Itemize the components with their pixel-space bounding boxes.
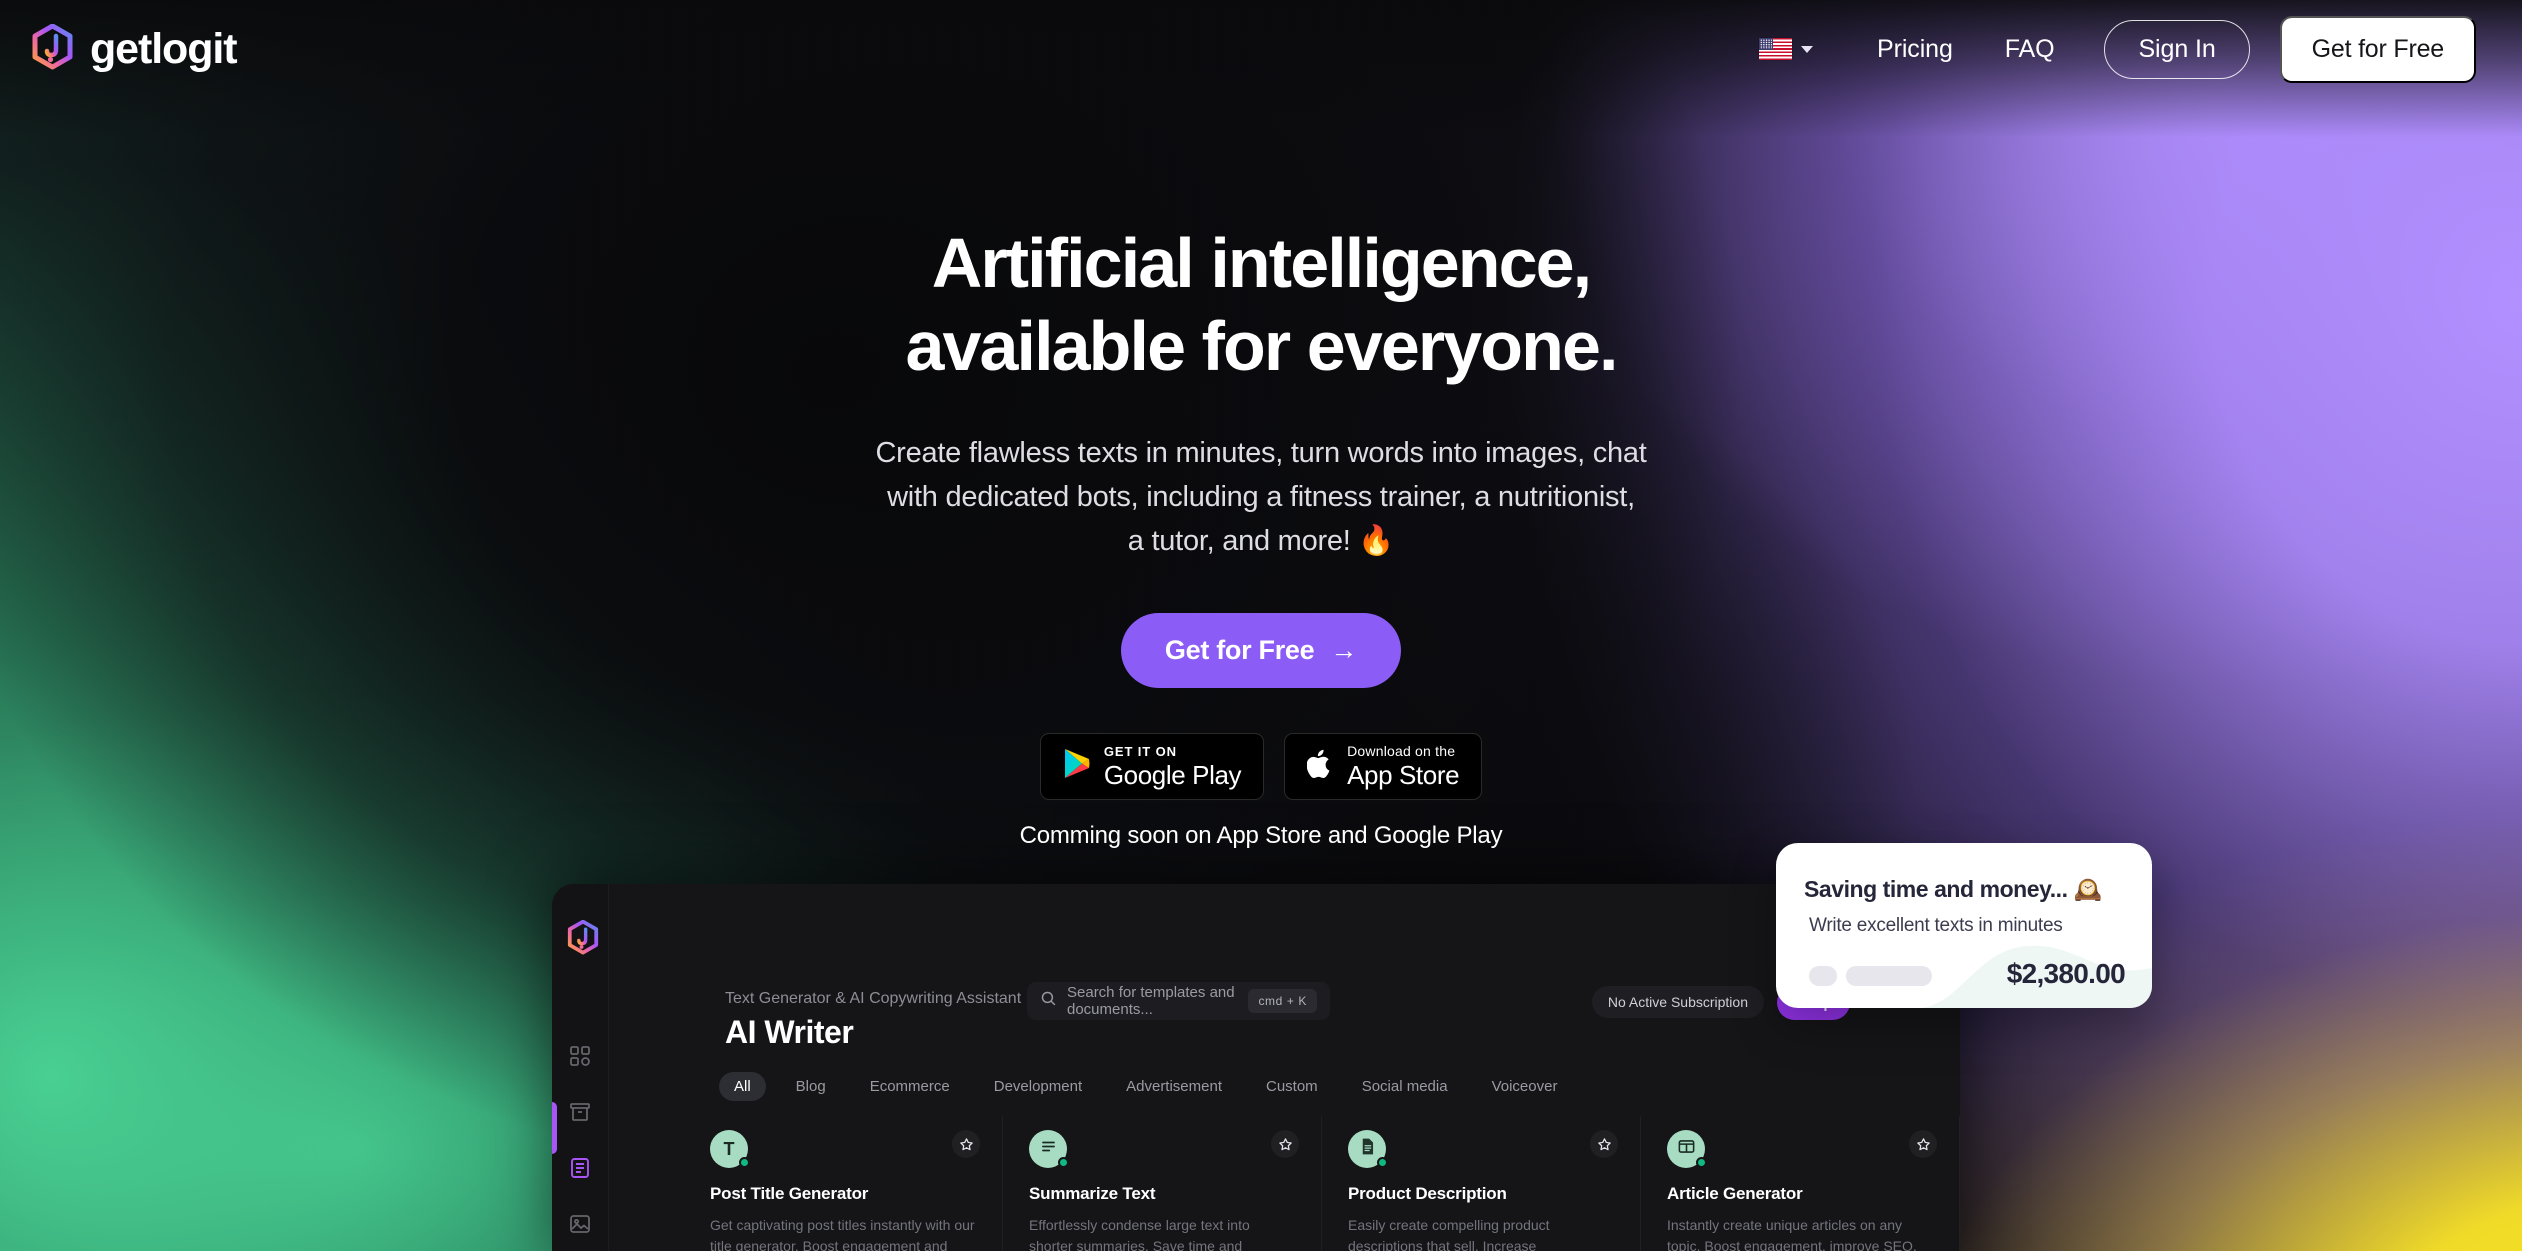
document-file-icon bbox=[1348, 1130, 1388, 1168]
tab-advertisement[interactable]: Advertisement bbox=[1104, 1072, 1244, 1101]
template-card-description: Get captivating post titles instantly wi… bbox=[710, 1217, 975, 1251]
template-card[interactable]: Summarize Text Effortlessly condense lar… bbox=[1003, 1116, 1322, 1251]
hero-cta-label: Get for Free bbox=[1164, 634, 1315, 665]
google-play-text: GET IT ON Google Play bbox=[1103, 743, 1242, 790]
google-play-top-label: GET IT ON bbox=[1103, 743, 1177, 759]
us-flag-icon bbox=[1759, 38, 1793, 60]
placeholder-bar bbox=[1846, 966, 1932, 986]
hero-title-line-2: available for everyone. bbox=[905, 307, 1618, 386]
template-card[interactable]: Product Description Easily create compel… bbox=[1322, 1116, 1641, 1251]
landing-page: getlogit Pricing FAQ Sign In Get for Fre… bbox=[0, 0, 2522, 1251]
star-icon[interactable] bbox=[1271, 1130, 1299, 1158]
template-card-description: Instantly create unique articles on any … bbox=[1667, 1217, 1917, 1251]
card-icon-glyph bbox=[1677, 1137, 1696, 1161]
app-store-top-label: Download on the bbox=[1347, 743, 1456, 760]
template-card-description: Effortlessly condense large text into sh… bbox=[1029, 1217, 1250, 1251]
brand-name: getlogit bbox=[90, 24, 238, 73]
savings-card-title: Saving time and money... 🕰️ bbox=[1804, 876, 2102, 902]
hexagon-gradient-logo-icon bbox=[30, 23, 75, 74]
app-logo-icon bbox=[566, 919, 600, 958]
hero-cta-button[interactable]: Get for Free → bbox=[1120, 612, 1402, 688]
status-dot bbox=[739, 1157, 750, 1168]
tab-all[interactable]: All bbox=[719, 1072, 766, 1101]
status-dot bbox=[1696, 1157, 1707, 1168]
placeholder-avatar bbox=[1809, 966, 1837, 986]
sign-in-button[interactable]: Sign In bbox=[2104, 19, 2250, 79]
top-navigation-bar: getlogit Pricing FAQ Sign In Get for Fre… bbox=[0, 0, 2522, 98]
template-card-grid: T Post Title Generator Get captivating p… bbox=[684, 1116, 1960, 1251]
template-card-title: Article Generator bbox=[1667, 1184, 1803, 1203]
app-store-bottom-label: App Store bbox=[1347, 760, 1460, 791]
hero-subtitle-line-3: a tutor, and more! 🔥 bbox=[1127, 524, 1395, 557]
get-for-free-button-nav[interactable]: Get for Free bbox=[2279, 15, 2476, 83]
archive-icon[interactable] bbox=[568, 1100, 592, 1124]
star-icon[interactable] bbox=[952, 1130, 980, 1158]
category-tabs: All Blog Ecommerce Development Advertise… bbox=[719, 1072, 1579, 1101]
google-play-bottom-label: Google Play bbox=[1103, 759, 1242, 790]
status-dot bbox=[1377, 1157, 1388, 1168]
nav-link-faq[interactable]: FAQ bbox=[1979, 35, 2081, 64]
search-input[interactable]: Search for templates and documents... cm… bbox=[1027, 982, 1330, 1020]
subscription-status-badge[interactable]: No Active Subscription bbox=[1591, 986, 1764, 1018]
template-card-title: Product Description bbox=[1348, 1184, 1507, 1203]
hero-section: Artificial intelligence, available for e… bbox=[0, 0, 2522, 850]
language-selector[interactable] bbox=[1759, 38, 1814, 60]
template-card-title: Post Title Generator bbox=[710, 1184, 869, 1203]
text-title-icon: T bbox=[710, 1130, 750, 1168]
card-icon-glyph bbox=[1358, 1137, 1377, 1161]
template-card-description: Easily create compelling product descrip… bbox=[1348, 1217, 1550, 1251]
grid-icon[interactable] bbox=[568, 1044, 592, 1068]
tab-development[interactable]: Development bbox=[972, 1072, 1104, 1101]
tab-ecommerce[interactable]: Ecommerce bbox=[848, 1072, 972, 1101]
app-preview-window: Text Generator & AI Copywriting Assistan… bbox=[552, 884, 1960, 1251]
google-play-icon bbox=[1063, 748, 1091, 784]
store-badges: GET IT ON Google Play Download on the Ap… bbox=[0, 732, 2522, 800]
status-dot bbox=[1058, 1157, 1069, 1168]
arrow-right-icon: → bbox=[1330, 634, 1358, 665]
app-page-title: AI Writer bbox=[725, 1014, 854, 1050]
image-icon[interactable] bbox=[568, 1212, 592, 1236]
app-kicker-text: Text Generator & AI Copywriting Assistan… bbox=[725, 990, 1022, 1007]
search-shortcut-badge: cmd + K bbox=[1248, 989, 1317, 1013]
nav-right-group: Pricing FAQ Sign In Get for Free bbox=[1759, 15, 2476, 83]
hero-title-line-1: Artificial intelligence, bbox=[931, 224, 1592, 302]
hero-subtitle-line-2: with dedicated bots, including a fitness… bbox=[887, 480, 1635, 513]
star-icon[interactable] bbox=[1909, 1130, 1937, 1158]
card-icon-glyph: T bbox=[723, 1138, 735, 1159]
coming-soon-text: Comming soon on App Store and Google Pla… bbox=[1019, 821, 1503, 849]
tab-social-media[interactable]: Social media bbox=[1340, 1072, 1470, 1101]
template-card[interactable]: Article Generator Instantly create uniqu… bbox=[1641, 1116, 1960, 1251]
article-layout-icon bbox=[1667, 1130, 1707, 1168]
card-icon-glyph bbox=[1039, 1137, 1058, 1161]
document-icon[interactable] bbox=[568, 1156, 592, 1180]
nav-link-pricing[interactable]: Pricing bbox=[1851, 35, 1979, 64]
chevron-down-icon bbox=[1801, 45, 1814, 53]
sidebar-active-indicator bbox=[552, 1102, 557, 1154]
tab-custom[interactable]: Custom bbox=[1244, 1072, 1340, 1101]
app-store-badge[interactable]: Download on the App Store bbox=[1284, 732, 1483, 800]
search-icon bbox=[1040, 990, 1057, 1012]
apple-icon bbox=[1306, 748, 1334, 785]
hero-subtitle: Create flawless texts in minutes, turn w… bbox=[0, 431, 2522, 563]
brand-logo[interactable]: getlogit bbox=[30, 23, 238, 74]
summarize-lines-icon bbox=[1029, 1130, 1069, 1168]
savings-amount: $2,380.00 bbox=[2006, 958, 2126, 989]
app-main-area: Text Generator & AI Copywriting Assistan… bbox=[609, 884, 1960, 1251]
savings-floating-card: Saving time and money... 🕰️ Write excell… bbox=[1776, 843, 2152, 1008]
template-card-title: Summarize Text bbox=[1029, 1184, 1156, 1203]
tab-voiceover[interactable]: Voiceover bbox=[1470, 1072, 1580, 1101]
search-placeholder: Search for templates and documents... bbox=[1067, 984, 1235, 1018]
tab-blog[interactable]: Blog bbox=[774, 1072, 848, 1101]
star-icon[interactable] bbox=[1590, 1130, 1618, 1158]
app-store-text: Download on the App Store bbox=[1347, 744, 1459, 788]
google-play-badge[interactable]: GET IT ON Google Play bbox=[1039, 732, 1265, 800]
hero-subtitle-line-1: Create flawless texts in minutes, turn w… bbox=[875, 436, 1647, 469]
savings-card-subtitle: Write excellent texts in minutes bbox=[1809, 915, 2063, 936]
template-card[interactable]: T Post Title Generator Get captivating p… bbox=[684, 1116, 1003, 1251]
page-title: Artificial intelligence, available for e… bbox=[0, 222, 2522, 389]
